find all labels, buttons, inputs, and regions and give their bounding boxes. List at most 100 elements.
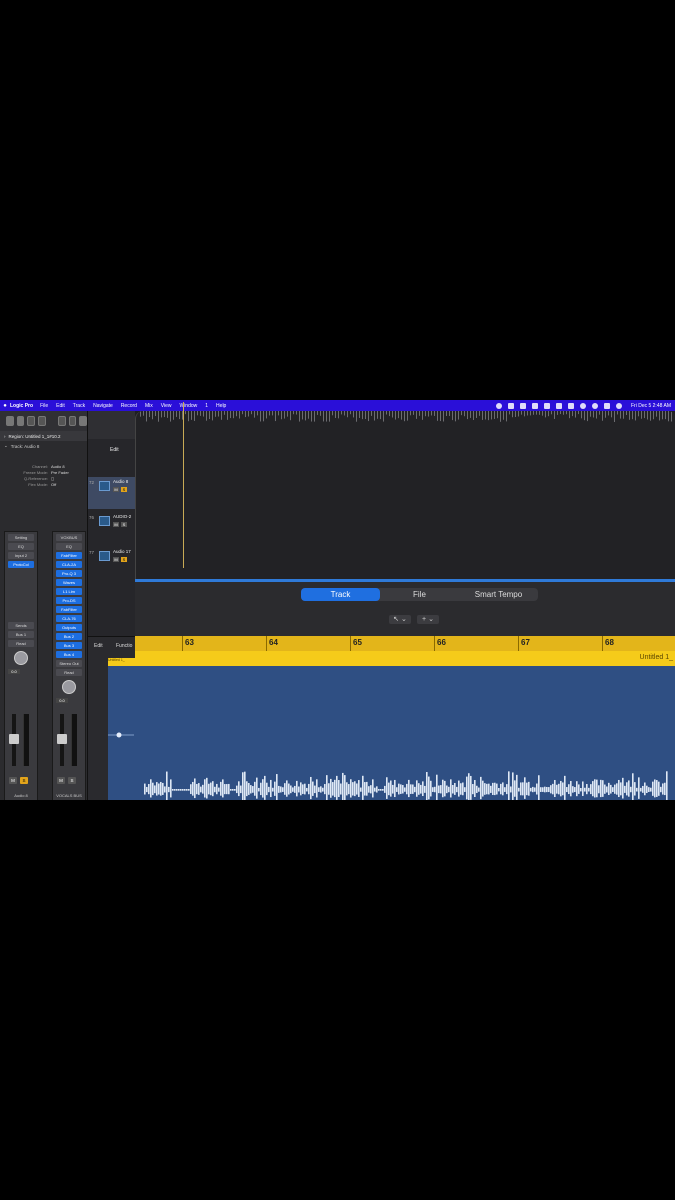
inspector-button[interactable] [16, 416, 25, 426]
input-slot[interactable]: Input 2 [8, 552, 34, 559]
mute-button[interactable]: M [9, 777, 17, 784]
cloud-icon[interactable] [519, 402, 526, 409]
solo-button[interactable]: S [121, 557, 127, 562]
volume-fader[interactable] [57, 734, 67, 744]
gain-handle[interactable] [116, 732, 122, 738]
solo-button[interactable]: S [20, 777, 28, 784]
editors-button[interactable] [79, 416, 87, 426]
grid-icon[interactable] [555, 402, 562, 409]
plugin-slot[interactable]: FabFilter [56, 606, 82, 613]
pan-knob[interactable] [62, 680, 76, 694]
automation-mode[interactable]: Read [8, 640, 34, 647]
overview-spike [176, 411, 177, 417]
waveform-sample [410, 784, 412, 794]
setting-button[interactable]: VOXBUS [56, 534, 82, 541]
tab-smart-tempo[interactable]: Smart Tempo [459, 588, 538, 601]
apple-icon[interactable]: ● [0, 403, 10, 409]
volume-value[interactable]: 0.0 [8, 669, 20, 674]
wifi-icon[interactable] [579, 402, 586, 409]
plugin-slot[interactable]: Pro-Q 3 [56, 570, 82, 577]
menu-view[interactable]: View [161, 403, 172, 409]
toolbar-button[interactable] [38, 416, 46, 426]
tracks-area[interactable] [135, 411, 675, 579]
overview-spike [440, 411, 441, 422]
mute-button[interactable]: M [57, 777, 65, 784]
solo-button[interactable]: S [121, 487, 127, 492]
send-slot[interactable]: Bus 2 [56, 633, 82, 640]
region-header-bar[interactable]: Untitled 1_ [135, 651, 675, 666]
plugin-slot[interactable]: CLA-2A [56, 561, 82, 568]
secondary-tool-menu[interactable]: + ⌄ [417, 615, 439, 624]
library-button[interactable] [6, 416, 14, 426]
edit-menu[interactable]: Edit [110, 447, 119, 453]
eq-display[interactable]: EQ [56, 543, 82, 550]
send-slot[interactable]: Bus 3 [56, 642, 82, 649]
bar-ruler[interactable]: 63 64 65 66 67 68 [135, 636, 675, 651]
track-name[interactable]: Audio 17 [113, 549, 131, 554]
track-header-row[interactable]: 76 AUDIO-2 M S [88, 512, 135, 544]
menu-1[interactable]: 1 [205, 403, 208, 409]
quick-help-button[interactable] [27, 416, 36, 426]
overview-spike [521, 411, 522, 415]
plugin-slot[interactable]: Waves [56, 579, 82, 586]
siri-icon[interactable] [615, 402, 622, 409]
menu-app-name[interactable]: Logic Pro [10, 403, 33, 409]
track-name[interactable]: AUDIO-2 [113, 514, 131, 519]
output-slot[interactable]: Bus 1 [8, 631, 34, 638]
mute-button[interactable]: M [113, 487, 119, 492]
editor-edit-menu[interactable]: Edit [94, 643, 103, 649]
menubar-clock[interactable]: Fri Dec 5 2:48 AM [631, 403, 671, 409]
automation-mode[interactable]: Read [56, 669, 82, 676]
control-center-icon[interactable] [603, 402, 610, 409]
plugin-slot[interactable]: Outputs [56, 624, 82, 631]
track-header-row[interactable]: 77 Audio 17 M S [88, 547, 135, 579]
mixer-button[interactable] [68, 416, 77, 426]
plugin-slot[interactable]: Pro-DS [56, 597, 82, 604]
menu-file[interactable]: File [40, 403, 48, 409]
pointer-tool-menu[interactable]: ↖ ⌄ [389, 615, 411, 624]
pan-knob[interactable] [14, 651, 28, 665]
plugin-slot[interactable]: FabFilter [56, 552, 82, 559]
record-status-icon[interactable] [495, 402, 502, 409]
plugin-slot[interactable]: CLA-76 [56, 615, 82, 622]
tab-track[interactable]: Track [301, 588, 380, 601]
menu-edit[interactable]: Edit [56, 403, 65, 409]
mute-button[interactable]: M [113, 522, 119, 527]
menu-track[interactable]: Track [73, 403, 85, 409]
bag-icon[interactable] [543, 402, 550, 409]
plugin-slot[interactable]: ProtoCol [8, 561, 34, 568]
region-start-tab[interactable]: Untitled 1_ [108, 658, 135, 666]
overview-spike [431, 411, 432, 416]
inspector-row[interactable]: Flex Mode: Off [0, 481, 87, 487]
eq-display[interactable]: EQ [8, 543, 34, 550]
solo-button[interactable]: S [121, 522, 127, 527]
playhead[interactable] [183, 402, 184, 568]
tab-file[interactable]: File [380, 588, 459, 601]
mute-button[interactable]: M [113, 557, 119, 562]
waveform-sample [644, 782, 646, 796]
channel-strip-audio8: Setting EQ Input 2 ProtoCol Sends Bus 1 … [4, 531, 38, 800]
editor-functions-menu[interactable]: Functio [116, 643, 132, 649]
output-slot[interactable]: Stereo Out [56, 660, 82, 667]
track-name[interactable]: Audio 8 [113, 479, 128, 484]
volume-fader[interactable] [9, 734, 19, 744]
menu-mix[interactable]: Mix [145, 403, 153, 409]
menu-record[interactable]: Record [121, 403, 137, 409]
smart-controls-button[interactable] [57, 416, 66, 426]
menu-help[interactable]: Help [216, 403, 226, 409]
track-header[interactable]: ⌄ Track: Audio 8 [0, 441, 87, 451]
search-icon[interactable] [591, 402, 598, 409]
solo-button[interactable]: S [68, 777, 76, 784]
monitor-icon[interactable] [507, 402, 514, 409]
plugin-icon[interactable] [531, 402, 538, 409]
send-slot[interactable]: Bus 4 [56, 651, 82, 658]
setting-button[interactable]: Setting [8, 534, 34, 541]
menu-navigate[interactable]: Navigate [93, 403, 113, 409]
track-header-row[interactable]: 72 Audio 8 M S [88, 477, 135, 509]
volume-value[interactable]: 0.0 [56, 698, 68, 703]
audio-region[interactable] [108, 666, 675, 800]
region-header[interactable]: › Region: Untitled 1_1#10.2 [0, 431, 87, 441]
plugin-slot[interactable]: L1 Lim [56, 588, 82, 595]
waveform-sample [578, 784, 580, 794]
battery-icon[interactable] [567, 402, 574, 409]
